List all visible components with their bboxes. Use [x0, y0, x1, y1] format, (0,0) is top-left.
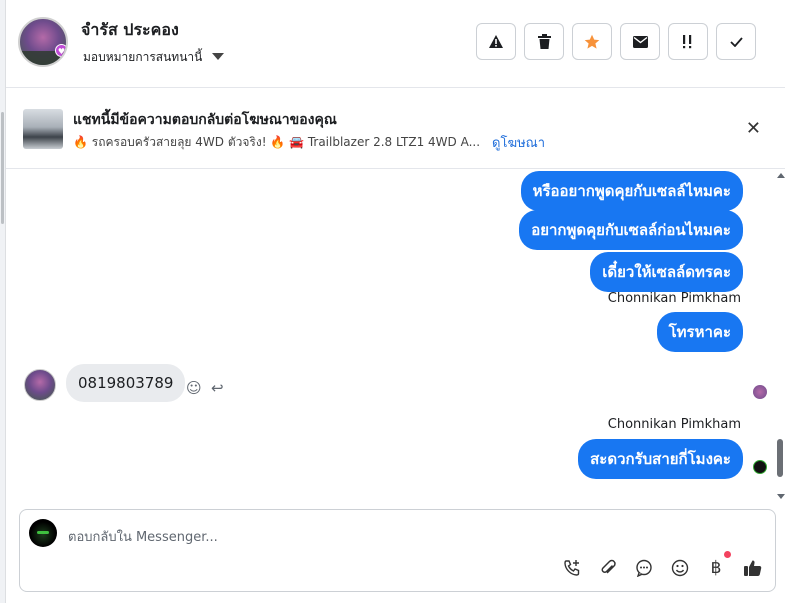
- composer-tools: ฿: [561, 551, 763, 579]
- emoji-icon: [671, 559, 689, 577]
- star-icon: [584, 34, 600, 49]
- contact-avatar[interactable]: ♥: [18, 17, 68, 67]
- sender-name: Chonnikan Pimkham: [607, 417, 741, 432]
- trash-icon: [537, 34, 551, 49]
- sender-name: Chonnikan Pimkham: [607, 291, 741, 306]
- ad-banner-title: แชทนี้มีข้อความตอบกลับต่อโฆษณาของคุณ: [73, 112, 337, 128]
- payment-button[interactable]: ฿: [705, 551, 731, 579]
- react-emoji-icon[interactable]: ☺: [186, 379, 202, 397]
- outgoing-message[interactable]: สะดวกรับสายกี่โมงคะ: [578, 439, 743, 479]
- attach-button[interactable]: [597, 557, 619, 579]
- ad-reply-banner: แชทนี้มีข้อความตอบกลับต่อโฆษณาของคุณ 🔥 ร…: [6, 88, 785, 169]
- follow-up-button[interactable]: [668, 23, 708, 60]
- assign-conversation-dropdown[interactable]: มอบหมายการสนทนานี้: [83, 48, 225, 67]
- ad-thumbnail[interactable]: [23, 109, 63, 149]
- incoming-message[interactable]: 0819803789: [66, 364, 186, 402]
- mail-icon: [632, 35, 648, 48]
- emoji-button[interactable]: [669, 557, 691, 579]
- scroll-thumb[interactable]: [777, 439, 783, 477]
- contact-message-avatar[interactable]: [24, 369, 56, 401]
- outgoing-message[interactable]: หรืออยากพูดคุยกับเซลล์ไหมคะ: [520, 171, 743, 211]
- call-button[interactable]: [561, 557, 583, 579]
- thumbs-up-icon: [743, 560, 761, 576]
- ad-text: 🔥 รถครอบครัวสายลุย 4WD ตัวจริง! 🔥 🚘 Trai…: [73, 135, 481, 149]
- baht-icon: ฿: [710, 558, 722, 578]
- saved-replies-button[interactable]: [633, 557, 655, 579]
- warning-icon: [489, 35, 503, 48]
- message-thread[interactable]: หรืออยากพูดคุยกับเซลล์ไหมคะ อยากพูดคุยกั…: [6, 169, 785, 505]
- seen-avatar-page: [753, 460, 767, 474]
- star-button[interactable]: [572, 23, 612, 60]
- outgoing-message[interactable]: อยากพูดคุยกับเซลล์ก่อนไหมคะ: [519, 210, 743, 250]
- attach-icon: [601, 559, 616, 574]
- outgoing-message[interactable]: เดี๋ยวให้เซลล์ดทรคะ: [590, 252, 743, 292]
- follow-up-icon: [683, 35, 692, 49]
- mark-done-button[interactable]: [716, 23, 756, 60]
- scroll-up-icon[interactable]: [777, 173, 785, 178]
- chevron-down-icon: [212, 53, 225, 60]
- chat-bubble-icon: [636, 559, 652, 577]
- assign-label: มอบหมายการสนทนานี้: [83, 50, 203, 64]
- delete-button[interactable]: [524, 23, 564, 60]
- left-scroll-thumb[interactable]: [1, 112, 4, 224]
- view-ad-link[interactable]: ดูโฆษณา: [492, 132, 545, 153]
- reply-input[interactable]: ตอบกลับใน Messenger...: [68, 526, 218, 547]
- call-icon: [564, 560, 580, 576]
- seen-avatar-contact: [753, 385, 767, 399]
- notification-dot: [724, 551, 731, 558]
- page-avatar: [29, 519, 57, 547]
- contact-name[interactable]: จำรัส ประคอง: [81, 18, 179, 43]
- reply-icon[interactable]: ↩: [211, 379, 224, 397]
- chat-scrollbar[interactable]: [775, 169, 785, 505]
- header-actions: [476, 23, 756, 60]
- outgoing-message[interactable]: โทรหาคะ: [656, 312, 743, 352]
- like-button[interactable]: [741, 557, 763, 579]
- close-icon[interactable]: ✕: [746, 118, 761, 139]
- scroll-down-icon[interactable]: [777, 494, 785, 499]
- heart-badge-icon: ♥: [55, 44, 66, 57]
- mark-spam-button[interactable]: [476, 23, 516, 60]
- conversation-header: ♥ จำรัส ประคอง มอบหมายการสนทนานี้: [6, 0, 785, 88]
- reply-composer: ตอบกลับใน Messenger... ฿: [19, 509, 776, 592]
- mark-unread-button[interactable]: [620, 23, 660, 60]
- check-icon: [729, 36, 743, 47]
- ad-banner-subtitle: 🔥 รถครอบครัวสายลุย 4WD ตัวจริง! 🔥 🚘 Trai…: [73, 132, 545, 153]
